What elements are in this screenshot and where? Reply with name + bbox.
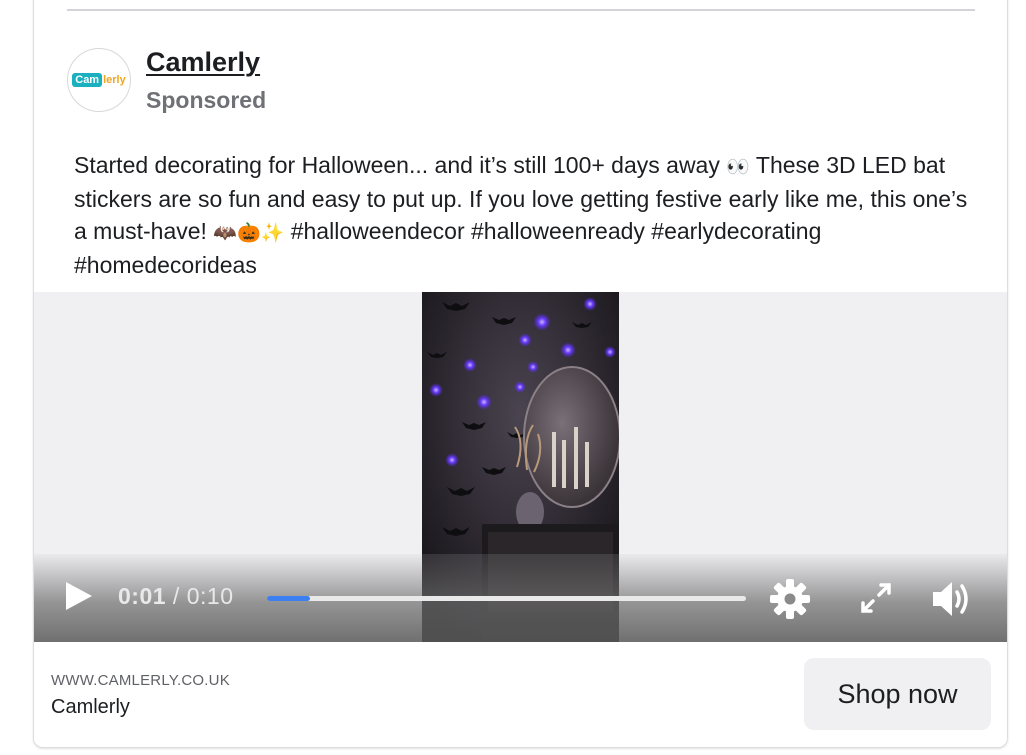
link-domain[interactable]: WWW.CAMLERLY.CO.UK xyxy=(51,672,230,689)
eyes-emoji: 👀 xyxy=(726,156,750,178)
time-separator: / xyxy=(166,583,187,609)
play-icon[interactable] xyxy=(64,580,94,612)
duration: 0:10 xyxy=(186,583,234,609)
camlerly-logo: Cam lerly xyxy=(72,73,126,87)
video-controls: 0:01 / 0:10 xyxy=(34,554,1007,642)
video-time-display: 0:01 / 0:10 xyxy=(118,583,233,610)
video-player[interactable]: 0:01 / 0:10 xyxy=(34,292,1007,642)
fullscreen-icon[interactable] xyxy=(858,580,894,616)
top-divider xyxy=(67,9,975,11)
advertiser-name-link[interactable]: Camlerly xyxy=(146,47,260,78)
bat-pumpkin-sparkles-emoji: 🦇🎃✨ xyxy=(213,222,285,244)
post-caption: Started decorating for Halloween... and … xyxy=(74,152,968,278)
video-progress-bar[interactable] xyxy=(267,596,746,601)
sponsored-label: Sponsored xyxy=(146,87,267,113)
shop-now-button[interactable]: Shop now xyxy=(804,658,991,730)
ad-footer: WWW.CAMLERLY.CO.UK Camlerly Shop now xyxy=(34,642,1007,747)
volume-icon[interactable] xyxy=(930,578,974,620)
link-title[interactable]: Camlerly xyxy=(51,696,130,719)
gear-icon[interactable] xyxy=(769,578,811,620)
current-time: 0:01 xyxy=(118,583,167,609)
ad-post-card: Cam lerly Camlerly Sponsored Started deco… xyxy=(33,0,1008,748)
video-progress-fill xyxy=(267,596,311,601)
advertiser-avatar[interactable]: Cam lerly xyxy=(67,48,131,112)
